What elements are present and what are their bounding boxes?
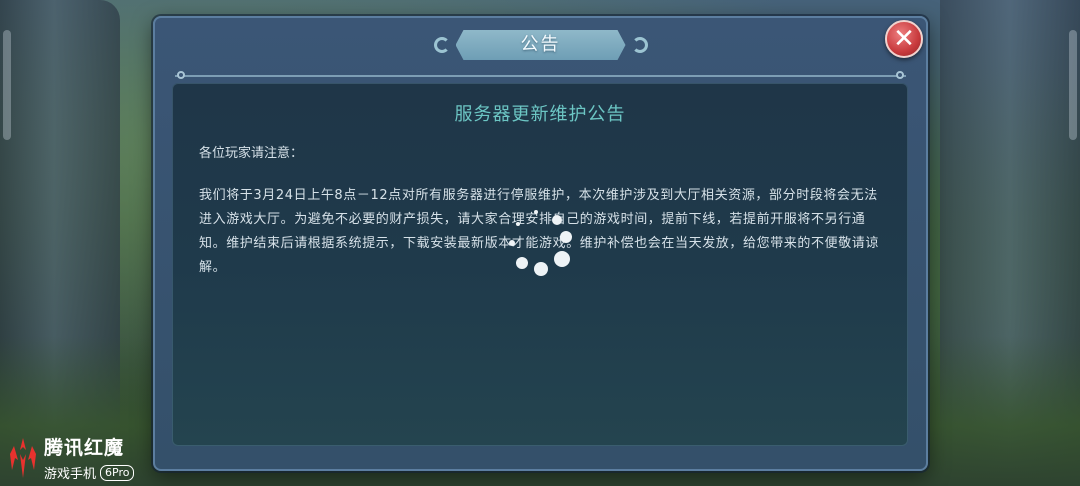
divider-ornament-left-icon [177, 71, 185, 79]
dialog-title: 公告 [456, 30, 626, 60]
spinner-dot [534, 210, 538, 214]
close-button[interactable]: ✕ [885, 20, 923, 58]
spinner-dot [509, 240, 515, 246]
edge-gesture-bar-right [1069, 30, 1077, 140]
watermark-model-badge: 6Pro [100, 464, 135, 481]
dialog-title-bar: 公告 [433, 30, 648, 60]
notice-greeting: 各位玩家请注意： [199, 146, 304, 161]
red-magic-logo-icon [10, 437, 36, 478]
spinner-icon [505, 205, 575, 280]
spinner-dot [534, 262, 548, 276]
spinner-dot [516, 222, 520, 226]
watermark-subtitle: 游戏手机 [44, 467, 97, 482]
title-ornament-right-icon [631, 37, 648, 53]
spinner-dot [560, 231, 572, 243]
title-divider [175, 75, 906, 77]
spinner-dot [554, 251, 570, 267]
spinner-dot [552, 215, 562, 225]
edge-gesture-bar-left [3, 30, 11, 140]
spinner-dot [516, 257, 528, 269]
close-icon: ✕ [893, 24, 915, 54]
notice-heading: 服务器更新维护公告 [454, 104, 626, 125]
watermark-brand: 腾讯红魔 [44, 437, 125, 459]
device-watermark: 腾讯红魔 游戏手机 6Pro [8, 433, 135, 482]
divider-ornament-right-icon [896, 71, 904, 79]
title-ornament-left-icon [433, 37, 450, 53]
